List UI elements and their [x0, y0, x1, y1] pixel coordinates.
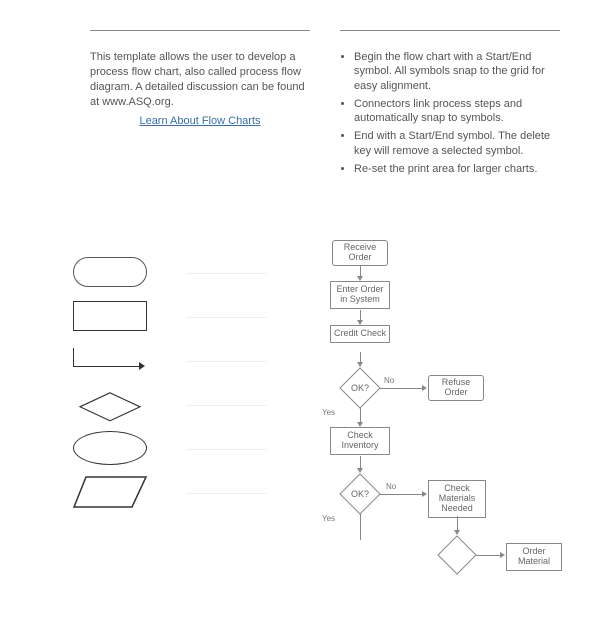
legend-row-oval — [70, 426, 290, 470]
connector-icon — [70, 342, 150, 378]
node-order-material[interactable]: Order Material — [506, 543, 562, 571]
description-text: This template allows the user to develop… — [90, 50, 310, 109]
decision-label: OK? — [338, 366, 382, 410]
legend-label — [186, 359, 266, 362]
node-enter-order[interactable]: Enter Order in System — [330, 281, 390, 309]
connector-line — [476, 555, 502, 556]
node-refuse-order[interactable]: Refuse Order — [428, 375, 484, 401]
branch-label-yes: Yes — [322, 514, 335, 523]
legend-row-process — [70, 294, 290, 338]
legend-label — [186, 315, 266, 318]
node-decision-credit[interactable]: OK? — [338, 366, 382, 410]
branch-label-no: No — [386, 482, 396, 491]
terminator-icon — [70, 254, 150, 290]
process-icon — [70, 298, 150, 334]
legend-row-data — [70, 470, 290, 514]
left-column: This template allows the user to develop… — [90, 30, 310, 180]
connector-line — [380, 494, 424, 495]
node-check-inventory[interactable]: Check Inventory — [330, 427, 390, 455]
node-decision-inventory[interactable]: OK? — [338, 472, 382, 516]
arrow-right-icon — [422, 491, 427, 497]
oval-icon — [70, 430, 150, 466]
legend-row-terminator — [70, 250, 290, 294]
data-icon — [70, 474, 150, 510]
decision-icon — [70, 391, 150, 416]
page: This template allows the user to develop… — [0, 0, 600, 190]
branch-label-no: No — [384, 376, 394, 385]
connector-line — [360, 514, 361, 540]
instruction-item: End with a Start/End symbol. The delete … — [354, 129, 560, 158]
node-decision-materials[interactable] — [436, 534, 478, 576]
arrow-right-icon — [500, 552, 505, 558]
legend-label — [186, 447, 266, 450]
instructions-list: Begin the flow chart with a Start/End sy… — [340, 50, 560, 176]
node-credit-check[interactable]: Credit Check — [330, 325, 390, 343]
legend-label — [186, 491, 266, 494]
legend-label — [186, 403, 266, 406]
learn-link[interactable]: Learn About Flow Charts — [90, 115, 310, 127]
node-check-materials[interactable]: Check Materials Needed — [428, 480, 486, 518]
legend-row-decision — [70, 382, 290, 426]
legend-row-connector — [70, 338, 290, 382]
flowchart: Receive Order Enter Order in System Cred… — [310, 240, 580, 640]
decision-label — [436, 534, 478, 576]
right-column: Begin the flow chart with a Start/End sy… — [340, 30, 560, 180]
decision-label: OK? — [338, 472, 382, 516]
instruction-item: Connectors link process steps and automa… — [354, 97, 560, 126]
branch-label-yes: Yes — [322, 408, 335, 417]
legend-label — [186, 271, 266, 274]
right-heading — [340, 30, 560, 44]
connector-line — [380, 388, 424, 389]
header-columns: This template allows the user to develop… — [90, 30, 560, 180]
instruction-item: Begin the flow chart with a Start/End sy… — [354, 50, 560, 93]
arrow-right-icon — [422, 385, 427, 391]
node-receive-order[interactable]: Receive Order — [332, 240, 388, 266]
shape-legend — [70, 250, 290, 514]
instruction-item: Re-set the print area for larger charts. — [354, 162, 560, 176]
left-heading — [90, 30, 310, 44]
